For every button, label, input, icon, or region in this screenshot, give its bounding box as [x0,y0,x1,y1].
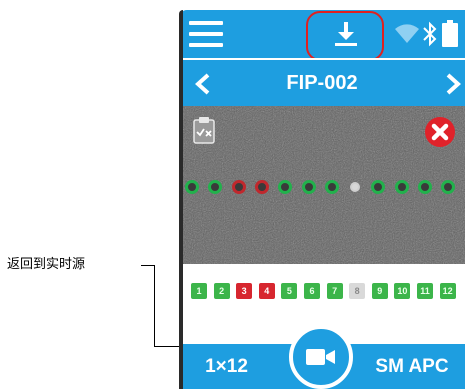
fiber-core-5 [278,180,293,194]
fiber-core-12 [441,180,456,194]
hamburger-menu-icon[interactable] [189,21,223,47]
clipboard-fail-icon[interactable] [191,116,217,144]
fiber-result-3[interactable]: 3 [236,283,253,299]
wifi-icon [395,24,419,43]
fiber-result-7[interactable]: 7 [326,283,343,299]
fiber-result-4[interactable]: 4 [258,283,275,299]
bluetooth-icon [423,21,437,47]
fiber-core-10 [394,180,409,194]
download-icon[interactable] [330,18,362,50]
fiber-core-1 [185,180,199,194]
title-bar: FIP-002 [179,58,465,106]
device-frame-edge [179,10,183,389]
close-icon[interactable] [424,116,456,148]
fiber-result-5[interactable]: 5 [281,283,298,299]
previous-fiber-icon[interactable] [193,73,213,95]
fiber-core-11 [418,180,432,194]
fiber-count-label[interactable]: 1×12 [179,344,274,389]
callout-label: 返回到实时源 [7,257,86,272]
fiber-result-8[interactable]: 8 [349,283,366,299]
fiber-result-6[interactable]: 6 [304,283,320,299]
battery-icon [442,20,458,47]
fiber-title: FIP-002 [286,72,358,94]
fiber-result-2[interactable]: 2 [213,283,230,299]
next-fiber-icon[interactable] [443,73,463,95]
top-bar [179,10,465,61]
fiber-result-10[interactable]: 10 [394,283,411,299]
fiber-core-2 [208,180,223,194]
fiber-result-1[interactable]: 1 [191,283,207,299]
fiber-result-9[interactable]: 9 [371,283,388,299]
fiber-core-6 [301,180,316,194]
fiber-result-11[interactable]: 11 [417,283,433,299]
video-camera-icon [306,349,335,365]
fiber-core-3 [231,180,246,194]
fiber-core-9 [371,180,386,194]
callout-line-v [154,265,155,347]
fiber-core-4 [254,180,269,194]
device-screen: FIP-002 1 2 3 4 5 6 7 8 9 10 11 12 1×12 … [179,10,465,389]
fiber-result-12[interactable]: 12 [439,283,456,299]
fiber-image-view[interactable] [179,106,465,264]
connector-type-label[interactable]: SM APC [359,344,465,389]
fiber-core-7 [324,180,339,194]
live-feed-button[interactable] [289,325,353,389]
fiber-core-8 [350,182,361,192]
callout-line-h1 [141,265,154,266]
fiber-core-row [179,177,465,197]
